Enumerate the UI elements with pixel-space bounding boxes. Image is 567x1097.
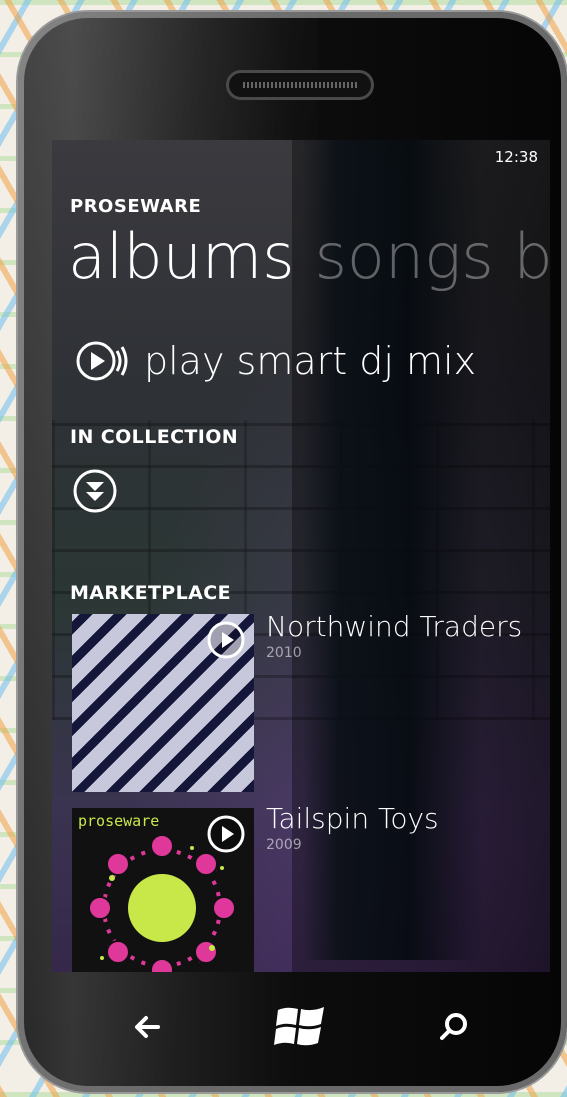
section-in-collection: IN COLLECTION bbox=[70, 426, 239, 448]
play-icon[interactable] bbox=[206, 814, 246, 854]
phone-screen: 12:38 PROSEWARE albums songs b play smart… bbox=[52, 140, 550, 972]
back-arrow-icon[interactable] bbox=[124, 1003, 172, 1051]
smart-dj-icon bbox=[76, 341, 128, 381]
album-cover-text: proseware bbox=[78, 812, 160, 830]
pivot-item-albums[interactable]: albums bbox=[68, 220, 295, 293]
album-year: 2009 bbox=[266, 837, 302, 853]
smart-dj-button[interactable]: play smart dj mix bbox=[74, 336, 476, 386]
search-icon[interactable] bbox=[430, 1003, 478, 1051]
album-year: 2010 bbox=[266, 645, 302, 661]
pivot-header[interactable]: albums songs b bbox=[68, 226, 550, 288]
play-icon[interactable] bbox=[206, 620, 246, 660]
app-title: PROSEWARE bbox=[70, 196, 202, 217]
album-title[interactable]: Northwind Traders bbox=[266, 610, 522, 643]
status-clock: 12:38 bbox=[494, 148, 538, 166]
earpiece-speaker bbox=[226, 70, 374, 100]
expand-collection-icon[interactable] bbox=[72, 468, 118, 514]
windows-logo-icon[interactable] bbox=[272, 998, 328, 1054]
smart-dj-label: play smart dj mix bbox=[144, 339, 477, 383]
section-marketplace: MARKETPLACE bbox=[70, 582, 231, 604]
pivot-item-songs[interactable]: songs b bbox=[315, 220, 550, 293]
album-title[interactable]: Tailspin Toys bbox=[266, 802, 439, 835]
